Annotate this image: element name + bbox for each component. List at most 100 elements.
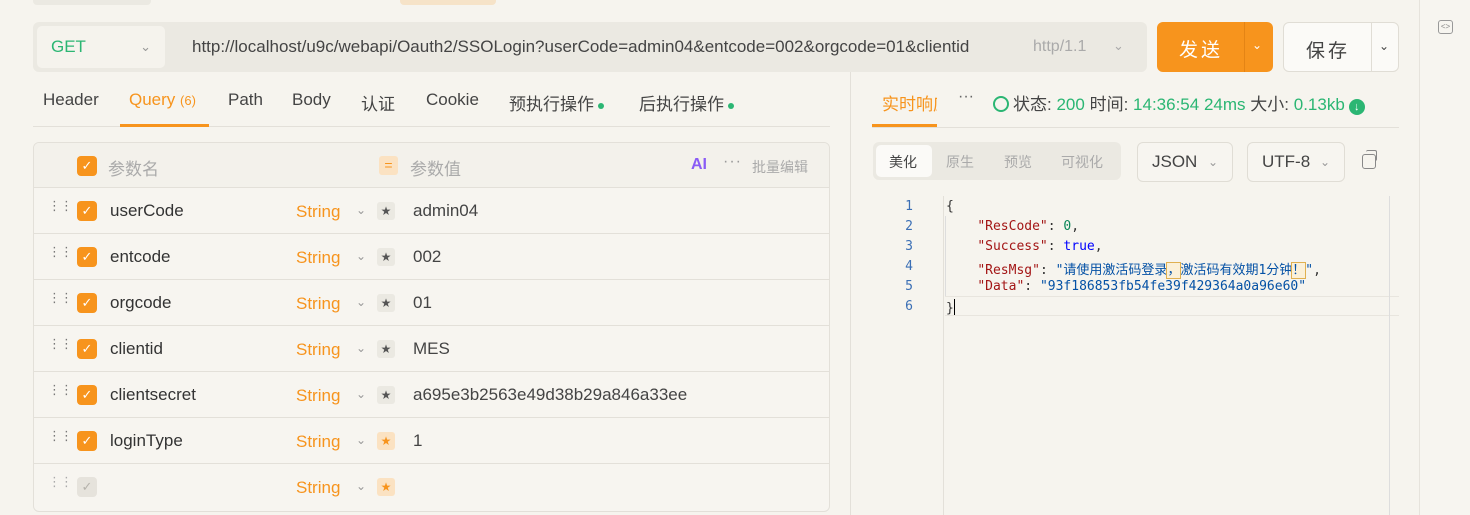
tab-cookie[interactable]: Cookie: [426, 90, 479, 110]
param-value[interactable]: a695e3b2563e49d38b29a846a33ee: [413, 385, 687, 405]
param-name[interactable]: loginType: [110, 431, 183, 451]
required-star-icon[interactable]: ★: [377, 432, 395, 450]
chevron-down-icon[interactable]: ⌄: [356, 295, 366, 309]
select-all-checkbox[interactable]: ✓: [77, 156, 97, 176]
format-value: JSON: [1152, 152, 1198, 171]
status-label: 状态:: [1013, 95, 1052, 114]
param-name[interactable]: orgcode: [110, 293, 171, 313]
view-mode-preview[interactable]: 预览: [1004, 152, 1032, 172]
view-mode-switch: 美化 原生 预览 可视化: [873, 142, 1121, 180]
method-select[interactable]: GET ⌄: [37, 26, 165, 68]
chevron-down-icon[interactable]: ⌄: [356, 433, 366, 447]
chevron-down-icon: ⌄: [1207, 155, 1218, 169]
param-type[interactable]: String: [296, 294, 340, 314]
encoding-value: UTF-8: [1262, 152, 1311, 171]
param-type[interactable]: String: [296, 202, 340, 222]
row-checkbox[interactable]: ✓: [77, 201, 97, 221]
more-icon[interactable]: ···: [723, 153, 742, 171]
tab-pre-script[interactable]: 预执行操作: [509, 90, 604, 115]
line-number: 6: [905, 299, 913, 314]
tab-auth[interactable]: 认证: [361, 90, 395, 115]
send-button[interactable]: 发送 ⌄: [1157, 22, 1273, 72]
chevron-down-icon[interactable]: ⌄: [356, 203, 366, 217]
view-mode-pretty[interactable]: 美化: [889, 152, 917, 172]
tab-header[interactable]: Header: [43, 90, 99, 110]
row-checkbox[interactable]: ✓: [77, 339, 97, 359]
required-star-icon[interactable]: ★: [377, 202, 395, 220]
tab-pre-script-label: 预执行操作: [509, 95, 594, 114]
param-name[interactable]: clientsecret: [110, 385, 196, 405]
param-value[interactable]: admin04: [413, 201, 478, 221]
tab-path[interactable]: Path: [228, 90, 263, 110]
param-type[interactable]: String: [296, 478, 340, 498]
view-mode-visual[interactable]: 可视化: [1061, 152, 1103, 172]
param-value[interactable]: MES: [413, 339, 450, 359]
tab-query-label: Query: [129, 90, 176, 109]
copy-icon[interactable]: [1362, 150, 1377, 169]
chevron-down-icon[interactable]: ⌄: [356, 249, 366, 263]
format-select[interactable]: JSON ⌄: [1137, 142, 1233, 182]
resmsg-bang: ！: [1291, 262, 1307, 279]
line-number: 2: [905, 219, 913, 234]
required-star-icon[interactable]: ★: [377, 478, 395, 496]
param-value[interactable]: 01: [413, 293, 432, 313]
tab-query[interactable]: Query (6): [129, 90, 196, 110]
param-name[interactable]: entcode: [110, 247, 171, 267]
chevron-down-icon[interactable]: ⌄: [356, 341, 366, 355]
tab-body[interactable]: Body: [292, 90, 331, 110]
equals-icon[interactable]: =: [379, 156, 398, 175]
response-body-editor[interactable]: 1 2 3 4 5 6 { "ResCode": 0, "Success": t…: [872, 196, 1399, 515]
chevron-down-icon[interactable]: ⌄: [1379, 39, 1389, 53]
save-button[interactable]: 保存 ⌄: [1283, 22, 1399, 72]
chevron-down-icon[interactable]: ⌄: [356, 387, 366, 401]
bulk-edit-button[interactable]: 批量编辑: [752, 157, 808, 177]
param-value[interactable]: 002: [413, 247, 441, 267]
required-star-icon[interactable]: ★: [377, 294, 395, 312]
required-star-icon[interactable]: ★: [377, 248, 395, 266]
drag-handle-icon[interactable]: ⋮⋮: [48, 291, 73, 304]
drag-handle-icon[interactable]: ⋮⋮: [48, 245, 73, 258]
more-icon[interactable]: ···: [958, 88, 974, 106]
code-line: "Data": "93f186853fb54fe39f429364a0a96e6…: [977, 279, 1307, 294]
drag-handle-icon[interactable]: ⋮⋮: [48, 199, 73, 212]
param-value[interactable]: 1: [413, 431, 422, 451]
protocol-select[interactable]: http/1.1: [1033, 38, 1086, 56]
drag-handle-icon[interactable]: ⋮⋮: [48, 337, 73, 350]
param-type[interactable]: String: [296, 340, 340, 360]
param-type[interactable]: String: [296, 248, 340, 268]
line-number-gutter: 1 2 3 4 5 6: [872, 196, 944, 515]
chevron-down-icon: ⌄: [1319, 155, 1330, 169]
row-checkbox[interactable]: ✓: [77, 477, 97, 497]
tab-post-script[interactable]: 后执行操作: [639, 90, 734, 115]
required-star-icon[interactable]: ★: [377, 386, 395, 404]
drag-handle-icon[interactable]: ⋮⋮: [48, 475, 73, 488]
required-star-icon[interactable]: ★: [377, 340, 395, 358]
drag-handle-icon[interactable]: ⋮⋮: [48, 383, 73, 396]
param-name[interactable]: clientid: [110, 339, 163, 359]
chevron-down-icon[interactable]: ⌄: [1252, 38, 1262, 52]
response-time: 14:36:54: [1133, 95, 1200, 114]
row-checkbox[interactable]: ✓: [77, 293, 97, 313]
param-type[interactable]: String: [296, 386, 340, 406]
param-name-header: 参数名: [108, 160, 159, 179]
chevron-down-icon[interactable]: ⌄: [356, 479, 366, 493]
current-line-highlight: [945, 296, 1399, 316]
download-icon[interactable]: ↓: [1348, 99, 1365, 115]
view-mode-raw[interactable]: 原生: [946, 152, 974, 172]
row-checkbox[interactable]: ✓: [77, 385, 97, 405]
method-label: GET: [51, 37, 86, 56]
param-type[interactable]: String: [296, 432, 340, 452]
size-label: 大小:: [1250, 95, 1290, 114]
row-checkbox[interactable]: ✓: [77, 247, 97, 267]
param-name[interactable]: userCode: [110, 201, 184, 221]
drag-handle-icon[interactable]: ⋮⋮: [48, 429, 73, 442]
row-checkbox[interactable]: ✓: [77, 431, 97, 451]
url-input[interactable]: http://localhost/u9c/webapi/Oauth2/SSOLo…: [192, 37, 1022, 57]
pane-splitter[interactable]: [850, 72, 851, 515]
encoding-select[interactable]: UTF-8 ⌄: [1247, 142, 1345, 182]
tab-realtime-response[interactable]: 实时响应: [882, 90, 937, 115]
request-tabs: Header Query (6) Path Body 认证 Cookie 预执行…: [33, 86, 830, 127]
status-code: 200: [1056, 95, 1085, 114]
ai-icon[interactable]: AI: [691, 156, 707, 174]
code-icon[interactable]: <>: [1438, 20, 1453, 34]
